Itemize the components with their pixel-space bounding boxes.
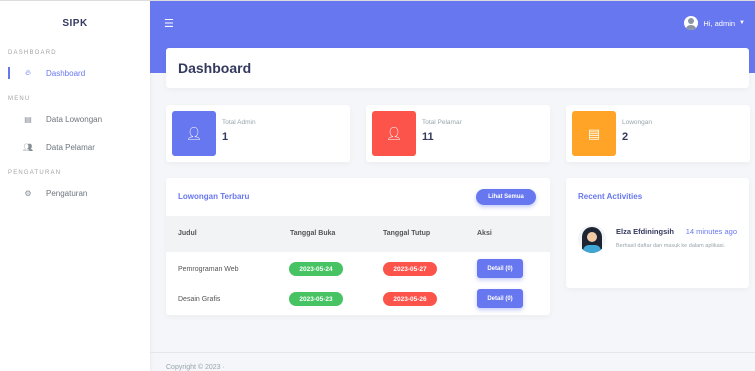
avatar — [578, 225, 606, 253]
table-header: Judul Tanggal Buka Tanggal Tutup Aksi — [166, 216, 550, 252]
recent-activities-card: Recent Activities Elza Efdiningsih 14 mi… — [566, 178, 749, 288]
activity-time: 14 minutes ago — [685, 227, 737, 236]
gears-icon: ⚙ — [24, 188, 32, 198]
badge-tanggal-tutup: 2023-05-26 — [383, 292, 437, 306]
card-title: Lowongan Terbaru — [178, 192, 250, 201]
column-header: Judul — [178, 230, 197, 237]
sidebar-item-label: Data Lowongan — [46, 114, 103, 124]
column-header: Tanggal Buka — [290, 230, 336, 237]
avatar-icon — [684, 16, 699, 30]
sidebar-item-data-pelamar[interactable]: 👥︎ Data Pelamar — [0, 133, 150, 161]
stat-value: 1 — [222, 131, 229, 143]
sidebar: SIPK DASHBOARD 🔥︎ Dashboard MENU ▤ Data … — [0, 0, 150, 371]
footer: Copyright © 2023 · — [150, 352, 755, 371]
card-icon: ▤ — [572, 111, 616, 156]
sidebar-item-pengaturan[interactable]: ⚙ Pengaturan — [0, 179, 150, 207]
column-header: Aksi — [477, 230, 492, 237]
lihat-semua-button[interactable]: Lihat Semua — [476, 189, 536, 205]
stat-total-admin: 👤︎ Total Admin 1 — [166, 105, 350, 162]
card-title: Recent Activities — [578, 192, 643, 201]
fire-icon: 🔥︎ — [25, 68, 31, 77]
badge-tanggal-tutup: 2023-05-27 — [383, 262, 437, 276]
lowongan-card: Lowongan Terbaru Lihat Semua Judul Tangg… — [166, 178, 550, 315]
cell-judul: Desain Grafis — [178, 296, 221, 303]
menu-header-menu: MENU — [8, 96, 31, 102]
user-dropdown[interactable]: Hi, admin ▼ — [684, 16, 745, 30]
table-row: Pemrograman Web 2023-05-24 2023-05-27 De… — [166, 256, 550, 286]
card-icon: ▤ — [24, 114, 32, 124]
page-title: Dashboard — [178, 60, 252, 76]
copyright-text: Copyright © 2023 · — [166, 364, 225, 371]
stat-value: 2 — [622, 131, 629, 143]
detail-button[interactable]: Detail (0) — [477, 259, 523, 278]
stat-lowongan: ▤ Lowongan 2 — [566, 105, 750, 162]
badge-tanggal-buka: 2023-05-23 — [289, 292, 343, 306]
badge-tanggal-buka: 2023-05-24 — [289, 262, 343, 276]
users-icon: 👥︎ — [22, 142, 34, 152]
brand-logo[interactable]: SIPK — [0, 1, 150, 45]
menu-header-pengaturan: PENGATURAN — [8, 170, 62, 176]
sidebar-item-label: Data Pelamar — [46, 142, 95, 152]
cell-judul: Pemrograman Web — [178, 266, 239, 273]
activity-description: Berhasil daftar dan masuk ke dalam aplik… — [616, 243, 726, 249]
stat-label: Lowongan — [622, 119, 652, 126]
stat-total-pelamar: 👤︎ Total Pelamar 11 — [366, 105, 550, 162]
sidebar-item-dashboard[interactable]: 🔥︎ Dashboard — [0, 59, 150, 87]
sidebar-item-label: Pengaturan — [46, 188, 88, 198]
user-greeting: Hi, admin — [703, 18, 736, 28]
table-row: Desain Grafis 2023-05-23 2023-05-26 Deta… — [166, 286, 550, 316]
user-icon: 👤︎ — [372, 111, 416, 156]
activity-user-name: Elza Efdiningsih — [616, 227, 674, 236]
page-title-card: Dashboard — [166, 48, 749, 88]
sidebar-item-label: Dashboard — [46, 68, 86, 78]
detail-button[interactable]: Detail (0) — [477, 289, 523, 308]
sidebar-item-data-lowongan[interactable]: ▤ Data Lowongan — [0, 105, 150, 133]
hamburger-menu-icon[interactable]: ☰ — [164, 17, 174, 30]
stat-label: Total Admin — [222, 119, 256, 126]
stat-label: Total Pelamar — [422, 119, 462, 126]
chevron-down-icon: ▼ — [739, 20, 745, 26]
stat-value: 11 — [422, 131, 434, 143]
column-header: Tanggal Tutup — [383, 230, 431, 237]
menu-header-dashboard: DASHBOARD — [8, 50, 57, 56]
admin-icon: 👤︎ — [172, 111, 216, 156]
